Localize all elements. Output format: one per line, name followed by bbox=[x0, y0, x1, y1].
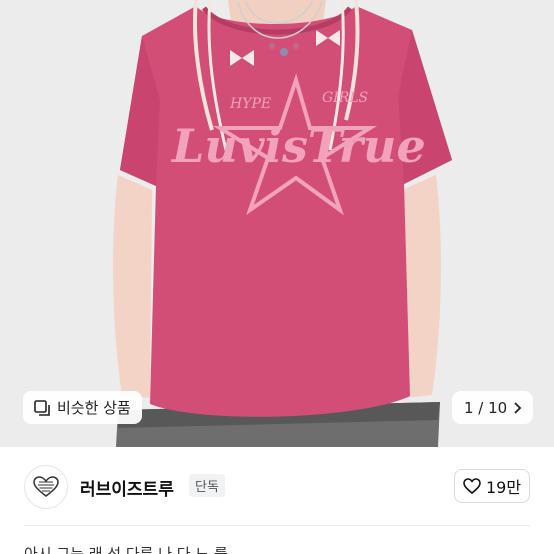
brand-logo-heart-icon bbox=[33, 476, 59, 497]
like-count: 19만 bbox=[485, 478, 522, 497]
image-counter[interactable]: 1 / 10 bbox=[452, 391, 534, 424]
product-photo-illustration: HYPE GIRLS LuvisTrue bbox=[0, 0, 554, 447]
seller-name[interactable]: 러브이즈트루 bbox=[80, 475, 174, 500]
seller-avatar[interactable] bbox=[24, 465, 68, 509]
similar-items-button[interactable]: 비슷한 상품 bbox=[23, 391, 142, 424]
similar-items-label: 비슷한 상품 bbox=[57, 399, 131, 417]
product-photo[interactable]: HYPE GIRLS LuvisTrue bbox=[0, 0, 554, 447]
print-text-left: HYPE bbox=[229, 96, 271, 112]
like-button[interactable]: 19만 bbox=[454, 469, 530, 503]
image-counter-text: 1 / 10 bbox=[464, 398, 508, 417]
description-preview: 아시 그는 래 성 다른 나 다 느 를 bbox=[24, 545, 228, 554]
print-text-right: GIRLS bbox=[322, 90, 368, 106]
heart-icon bbox=[463, 478, 481, 495]
exclusive-badge: 단독 bbox=[189, 474, 225, 497]
seller-info-row: 러브이즈트루 단독 19만 bbox=[0, 447, 554, 525]
chevron-right-icon bbox=[511, 401, 523, 415]
print-text-main: LuvisTrue bbox=[170, 119, 426, 173]
similar-items-icon bbox=[33, 399, 51, 417]
section-divider bbox=[24, 525, 530, 526]
